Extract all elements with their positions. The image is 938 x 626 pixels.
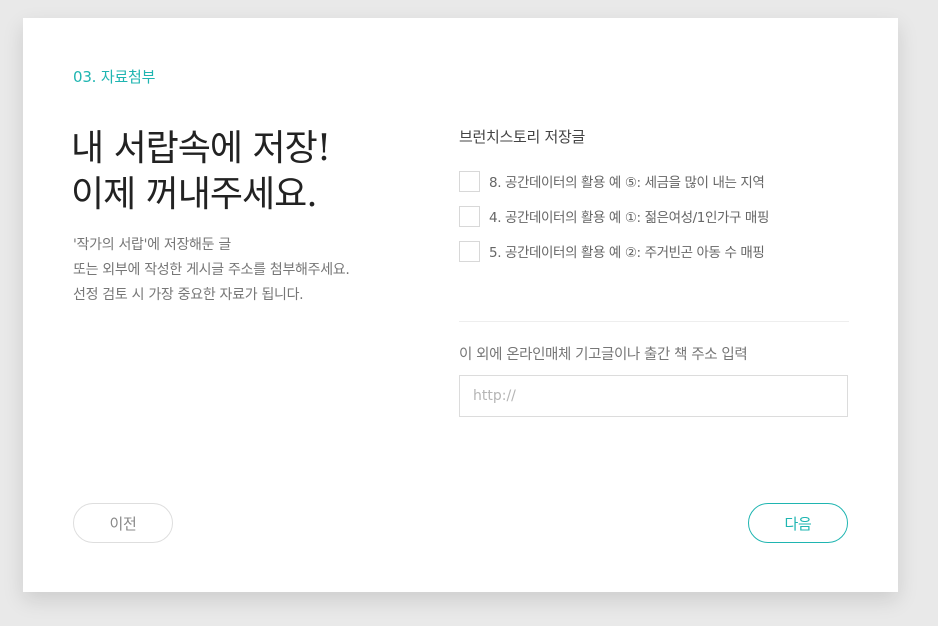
saved-post-checkbox[interactable]	[459, 205, 480, 227]
prev-button[interactable]: 이전	[73, 503, 173, 543]
attachment-dialog: 03. 자료첨부 내 서랍속에 저장! 이제 꺼내주세요. '작가의 서랍'에 …	[23, 18, 898, 592]
saved-post-item[interactable]: 5. 공간데이터의 활용 예 ②: 주거빈곤 아동 수 매핑	[459, 239, 849, 263]
section-divider	[459, 321, 849, 322]
attachment-panel: 브런치스토리 저장글 8. 공간데이터의 활용 예 ⑤: 세금을 많이 내는 지…	[459, 126, 849, 417]
saved-post-checkbox[interactable]	[459, 240, 480, 262]
step-label: 03. 자료첨부	[73, 68, 156, 86]
page-title: 내 서랍속에 저장! 이제 꺼내주세요.	[71, 126, 431, 218]
description-line-2: 또는 외부에 작성한 게시글 주소를 첨부해주세요.	[73, 262, 350, 278]
description-line-3: 선정 검토 시 가장 중요한 자료가 됩니다.	[73, 287, 304, 303]
saved-post-label: 5. 공간데이터의 활용 예 ②: 주거빈곤 아동 수 매핑	[489, 245, 765, 261]
page-title-line-1: 내 서랍속에 저장!	[71, 128, 331, 169]
saved-post-item[interactable]: 4. 공간데이터의 활용 예 ①: 젊은여성/1인가구 매핑	[459, 204, 849, 228]
external-url-label: 이 외에 온라인매체 기고글이나 출간 책 주소 입력	[459, 347, 748, 363]
next-button[interactable]: 다음	[748, 503, 848, 543]
description-line-1: '작가의 서랍'에 저장해둔 글	[73, 237, 231, 253]
page-description: '작가의 서랍'에 저장해둔 글 또는 외부에 작성한 게시글 주소를 첨부해주…	[73, 233, 433, 308]
saved-post-checkbox[interactable]	[459, 170, 480, 192]
page-title-line-2: 이제 꺼내주세요.	[71, 174, 318, 215]
saved-posts-list: 8. 공간데이터의 활용 예 ⑤: 세금을 많이 내는 지역 4. 공간데이터의…	[459, 169, 849, 263]
saved-post-label: 4. 공간데이터의 활용 예 ①: 젊은여성/1인가구 매핑	[489, 210, 769, 226]
saved-post-label: 8. 공간데이터의 활용 예 ⑤: 세금을 많이 내는 지역	[489, 175, 765, 191]
saved-post-item[interactable]: 8. 공간데이터의 활용 예 ⑤: 세금을 많이 내는 지역	[459, 169, 849, 193]
saved-posts-title: 브런치스토리 저장글	[459, 128, 585, 146]
external-url-input[interactable]	[459, 375, 848, 417]
